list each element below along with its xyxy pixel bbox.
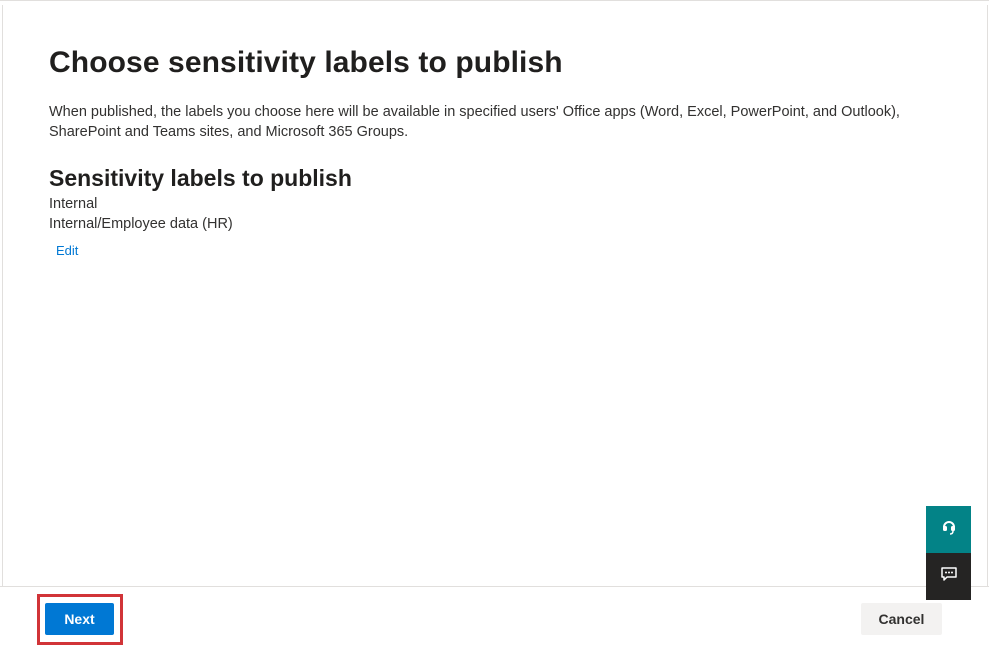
headset-icon [941,518,957,541]
label-list: Internal Internal/Employee data (HR) [49,194,949,234]
page-description: When published, the labels you choose he… [49,104,900,140]
wizard-panel: Choose sensitivity labels to publish Whe… [0,0,989,648]
section-title: Sensitivity labels to publish [49,165,352,191]
footer-bar [0,586,989,648]
list-item: Internal [49,196,98,212]
next-button[interactable]: Next [45,603,114,635]
page-title: Choose sensitivity labels to publish [49,46,563,79]
feedback-icon [940,566,958,587]
main-content: Choose sensitivity labels to publish Whe… [49,41,949,260]
panel-right-border [987,5,988,587]
edit-link[interactable]: Edit [56,242,78,260]
help-button[interactable] [926,506,971,553]
list-item: Internal/Employee data (HR) [49,216,233,232]
panel-left-border [2,5,3,587]
feedback-button[interactable] [926,553,971,600]
cancel-button[interactable]: Cancel [861,603,942,635]
